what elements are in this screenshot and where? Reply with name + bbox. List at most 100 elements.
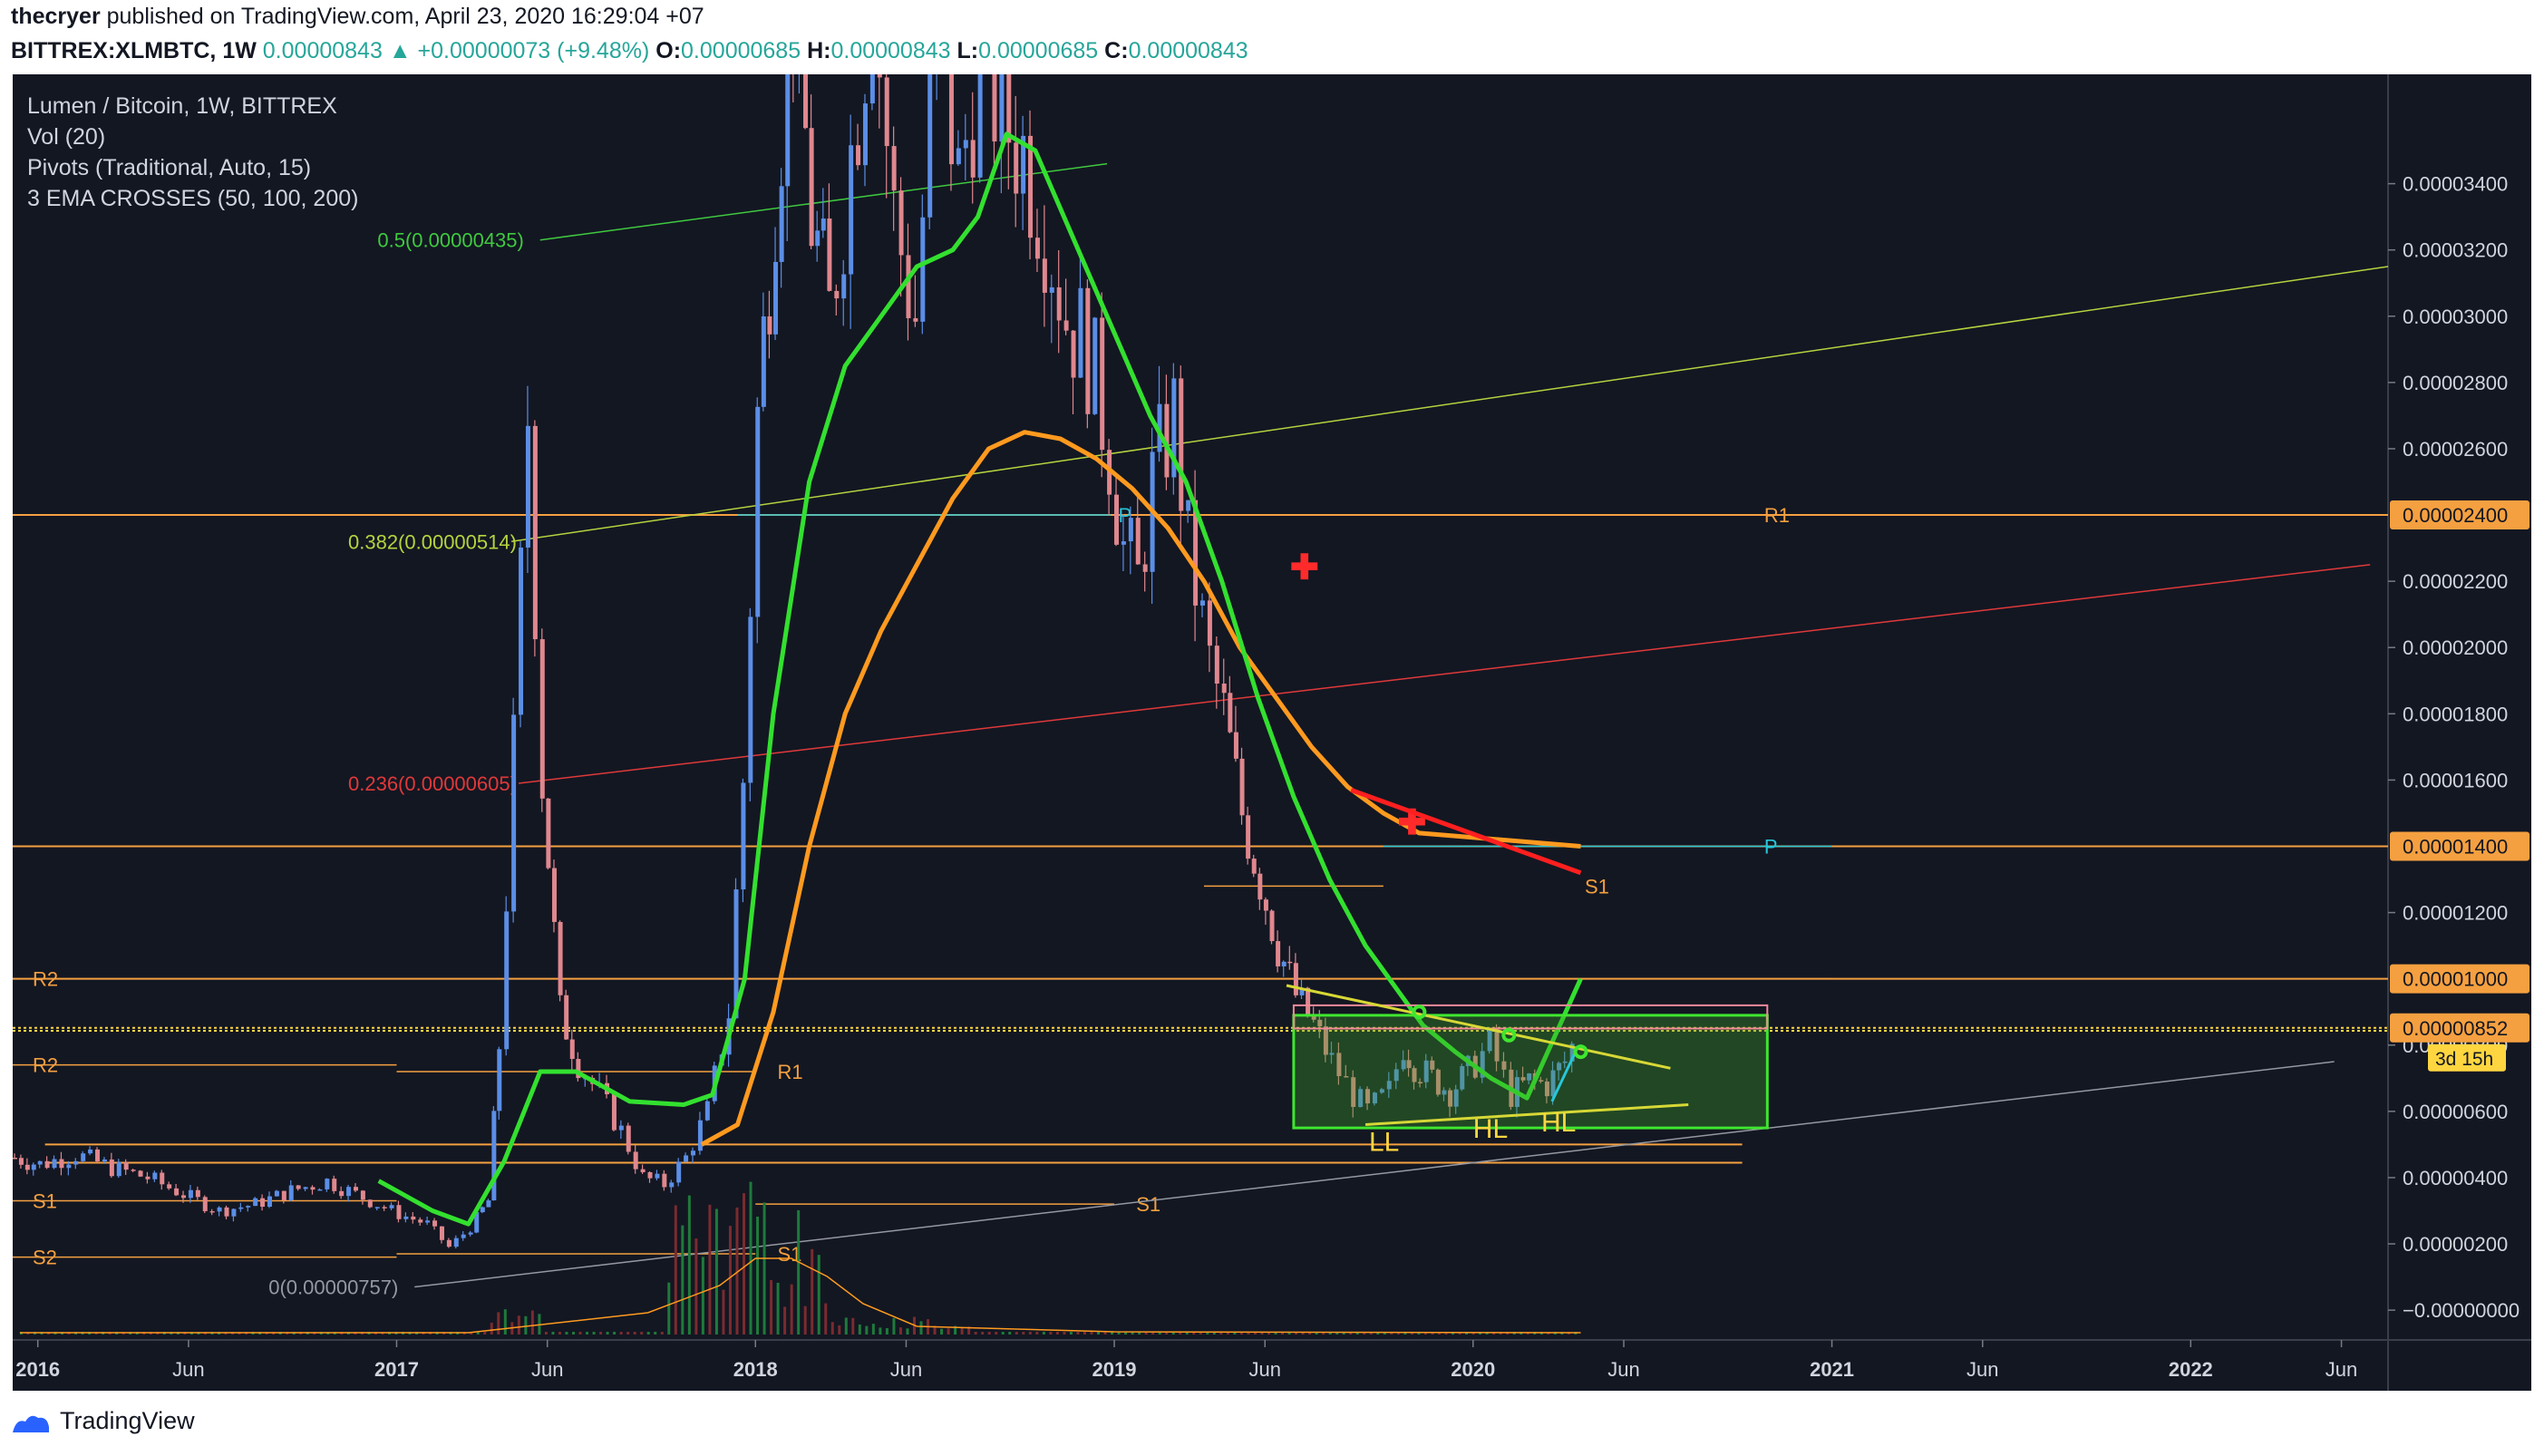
candle-body bbox=[19, 1158, 24, 1165]
candle-body bbox=[1287, 962, 1292, 964]
candle-body bbox=[511, 714, 516, 911]
tradingview-logo-icon bbox=[11, 1411, 51, 1436]
tradingview-brand[interactable]: TradingView bbox=[60, 1407, 195, 1435]
legend-ema[interactable]: 3 EMA CROSSES (50, 100, 200) bbox=[27, 183, 358, 214]
candle-body bbox=[38, 1161, 43, 1165]
candle-body bbox=[1078, 288, 1083, 378]
volume-bar bbox=[947, 1328, 950, 1335]
candle-body bbox=[110, 1160, 114, 1176]
volume-bar bbox=[599, 1332, 602, 1335]
x-tick-label: 2022 bbox=[2169, 1358, 2213, 1381]
candle-body bbox=[411, 1217, 415, 1219]
candle-body bbox=[225, 1208, 229, 1217]
volume-bar bbox=[504, 1309, 507, 1335]
candle-body bbox=[25, 1165, 30, 1170]
candle-body bbox=[1294, 963, 1298, 995]
candle-body bbox=[354, 1187, 358, 1190]
candle-body bbox=[748, 616, 753, 782]
volume-bar bbox=[565, 1332, 568, 1335]
y-tick-label: 0.00000600 bbox=[2403, 1101, 2508, 1123]
candle-body bbox=[878, 74, 882, 77]
candle-body bbox=[440, 1227, 444, 1240]
candle-body bbox=[1215, 645, 1219, 684]
legend-volume[interactable]: Vol (20) bbox=[27, 121, 358, 152]
candle-body bbox=[1143, 564, 1148, 571]
volume-bar bbox=[865, 1326, 868, 1335]
volume-bar bbox=[667, 1283, 670, 1335]
candle-body bbox=[267, 1197, 272, 1207]
candle-body bbox=[1257, 874, 1262, 899]
volume-bar bbox=[702, 1257, 704, 1335]
candle-body bbox=[447, 1240, 452, 1247]
y-tick-label: 0.00003200 bbox=[2403, 239, 2508, 262]
close-label: C: bbox=[1104, 38, 1128, 63]
volume-bar bbox=[688, 1196, 691, 1335]
candle-body bbox=[210, 1211, 215, 1213]
candle-body bbox=[662, 1174, 666, 1188]
volume-bar bbox=[879, 1327, 881, 1335]
volume-bar bbox=[1049, 1332, 1052, 1335]
publish-info: published on TradingView.com, April 23, … bbox=[107, 4, 704, 29]
volume-bar bbox=[1043, 1332, 1045, 1335]
candle-body bbox=[160, 1173, 164, 1185]
pivot-label: R1 bbox=[777, 1061, 802, 1083]
pivot-label: P bbox=[1764, 835, 1778, 858]
y-tick-label: 0.00003000 bbox=[2403, 306, 2508, 328]
candle-body bbox=[526, 426, 530, 548]
candle-body bbox=[117, 1162, 121, 1176]
candle-body bbox=[564, 995, 568, 1040]
fib-label: 0.382(0.00000514) bbox=[348, 530, 517, 553]
candle-body bbox=[927, 74, 932, 218]
x-tick-label: Jun bbox=[2326, 1358, 2357, 1381]
candle-body bbox=[780, 186, 784, 262]
chart-area[interactable]: R1 P S1 R2 R1 P R2 S1 S1 S1 S2 0.5(0.00000435) 0.382… bbox=[13, 74, 2531, 1391]
candle-body bbox=[390, 1205, 394, 1208]
candle-body bbox=[124, 1162, 129, 1170]
volume-bar bbox=[777, 1283, 780, 1335]
candle-body bbox=[181, 1195, 186, 1198]
volume-bar bbox=[722, 1290, 724, 1335]
legend-symbol[interactable]: Lumen / Bitcoin, 1W, BITTREX bbox=[27, 91, 358, 121]
candle-body bbox=[13, 1158, 17, 1160]
candle-body bbox=[1282, 962, 1287, 966]
candle-body bbox=[1114, 495, 1119, 545]
candle-body bbox=[1085, 288, 1090, 414]
candle-body bbox=[1240, 759, 1245, 815]
candle-body bbox=[949, 74, 954, 164]
candle-body bbox=[504, 911, 509, 1049]
y-tick-label: 0.00001800 bbox=[2403, 703, 2508, 725]
volume-bar bbox=[483, 1332, 486, 1335]
candle-body bbox=[705, 1102, 710, 1121]
volume-bar bbox=[490, 1323, 493, 1335]
candle-body bbox=[59, 1160, 63, 1169]
fib-label: 0.5(0.00000435) bbox=[377, 229, 523, 252]
last-price: 0.00000843 bbox=[263, 38, 383, 63]
price-label-text: 0.00002400 bbox=[2403, 504, 2508, 527]
pivot-label: S2 bbox=[33, 1247, 57, 1269]
y-tick-label: 0.00003400 bbox=[2403, 173, 2508, 196]
candle-body bbox=[145, 1177, 150, 1179]
volume-bar bbox=[579, 1332, 582, 1335]
candle-body bbox=[1200, 600, 1205, 606]
candle-body bbox=[773, 262, 778, 335]
volume-bar bbox=[524, 1316, 527, 1335]
candle-body bbox=[332, 1179, 336, 1191]
author-name[interactable]: thecryer bbox=[11, 4, 101, 29]
accumulation-box bbox=[1294, 1015, 1767, 1128]
volume-bar bbox=[783, 1306, 786, 1335]
volume-bar bbox=[750, 1182, 753, 1335]
price-chart[interactable]: R1PS1R2R1PR2S1S1S1S20.5(0.00000435)0.382… bbox=[13, 74, 2531, 1391]
candle-body bbox=[815, 230, 820, 246]
volume-bar bbox=[1035, 1332, 1038, 1335]
candle-body bbox=[1276, 941, 1280, 966]
volume-bar bbox=[770, 1280, 772, 1335]
pivot-label: S1 bbox=[33, 1190, 57, 1213]
candle-body bbox=[1057, 287, 1062, 321]
volume-bar bbox=[613, 1332, 616, 1335]
volume-bar bbox=[906, 1328, 908, 1335]
candle-body bbox=[310, 1187, 315, 1189]
legend-pivots[interactable]: Pivots (Traditional, Auto, 15) bbox=[27, 152, 358, 183]
candle-body bbox=[383, 1207, 387, 1208]
candle-body bbox=[66, 1165, 71, 1169]
candle-body bbox=[139, 1170, 143, 1176]
